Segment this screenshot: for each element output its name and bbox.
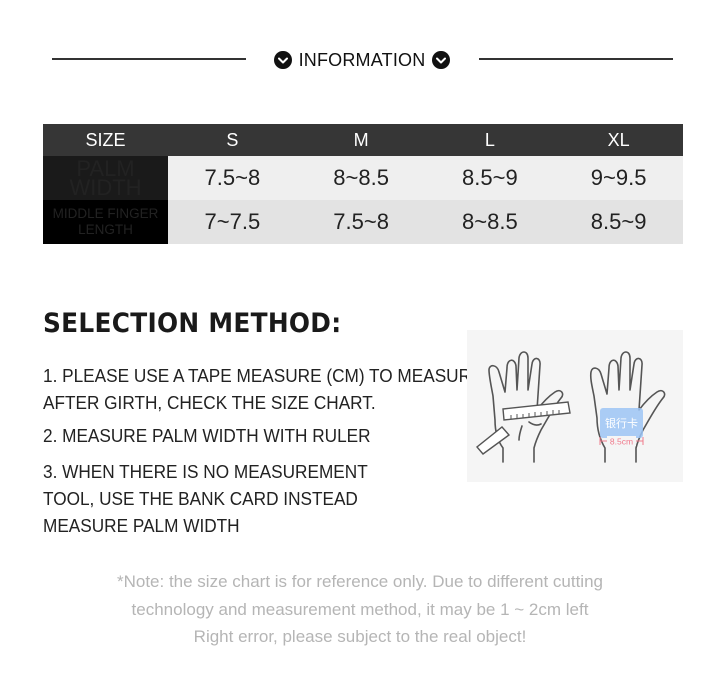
table-cell: 7.5~8 <box>296 200 426 244</box>
size-note: *Note: the size chart is for reference o… <box>40 568 680 651</box>
step-3: 3. WHEN THERE IS NO MEASUREMENT TOOL, US… <box>43 458 368 539</box>
row-label-palm-width: PALM WIDTH <box>43 156 168 200</box>
table-cell: 8~8.5 <box>296 156 426 200</box>
column-header-xl: XL <box>554 124 683 156</box>
chevron-down-circle-icon <box>432 51 450 69</box>
row-label-line: LENGTH <box>78 222 133 237</box>
row-label-middle-finger-length: MIDDLE FINGER LENGTH <box>43 200 168 244</box>
measurement-illustration: 银行卡 8.5cm <box>467 330 683 482</box>
chevron-down-circle-icon <box>274 51 292 69</box>
step-line: 1. PLEASE USE A TAPE MEASURE (CM) TO MEA… <box>43 365 483 386</box>
section-title: INFORMATION <box>298 49 426 70</box>
step-line: MEASURE PALM WIDTH <box>43 515 240 536</box>
table-row: MIDDLE FINGER LENGTH 7~7.5 7.5~8 8~8.5 8… <box>43 200 683 244</box>
step-2: 2. MEASURE PALM WIDTH WITH RULER <box>43 422 371 449</box>
measure-label: 8.5cm <box>610 437 633 447</box>
table-cell: 7.5~8 <box>168 156 297 200</box>
header-divider-right <box>479 58 673 60</box>
step-1: 1. PLEASE USE A TAPE MEASURE (CM) TO MEA… <box>43 362 482 416</box>
column-header-size: SIZE <box>43 124 168 156</box>
step-line: TOOL, USE THE BANK CARD INSTEAD <box>43 488 358 509</box>
table-cell: 7~7.5 <box>168 200 297 244</box>
table-cell: 8.5~9 <box>554 200 683 244</box>
step-line: 3. WHEN THERE IS NO MEASUREMENT <box>43 461 368 482</box>
step-line: 2. MEASURE PALM WIDTH WITH RULER <box>43 425 371 446</box>
column-header-s: S <box>168 124 297 156</box>
note-line: Right error, please subject to the real … <box>193 627 527 646</box>
table-cell: 9~9.5 <box>554 156 683 200</box>
note-line: technology and measurement method, it ma… <box>131 599 589 619</box>
note-line: *Note: the size chart is for reference o… <box>116 572 603 591</box>
table-header-row: SIZE S M L XL <box>43 124 683 156</box>
section-header: INFORMATION <box>274 47 450 73</box>
table-cell: 8.5~9 <box>425 156 555 200</box>
tape-measure-icon <box>475 401 571 455</box>
bank-card-icon: 银行卡 8.5cm <box>599 408 644 447</box>
row-label-line: WIDTH <box>69 175 142 200</box>
table-cell: 8~8.5 <box>425 200 555 244</box>
column-header-m: M <box>296 124 426 156</box>
step-line: AFTER GIRTH, CHECK THE SIZE CHART. <box>43 392 376 413</box>
selection-method-title: SELECTION METHOD: <box>43 308 342 339</box>
column-header-l: L <box>425 124 555 156</box>
size-chart-table: SIZE S M L XL PALM WIDTH 7.5~8 8~8.5 8.5… <box>43 124 683 244</box>
card-label: 银行卡 <box>605 416 638 430</box>
row-label-line: MIDDLE FINGER <box>52 206 159 221</box>
header-divider-left <box>52 58 246 60</box>
table-row: PALM WIDTH 7.5~8 8~8.5 8.5~9 9~9.5 <box>43 156 683 200</box>
